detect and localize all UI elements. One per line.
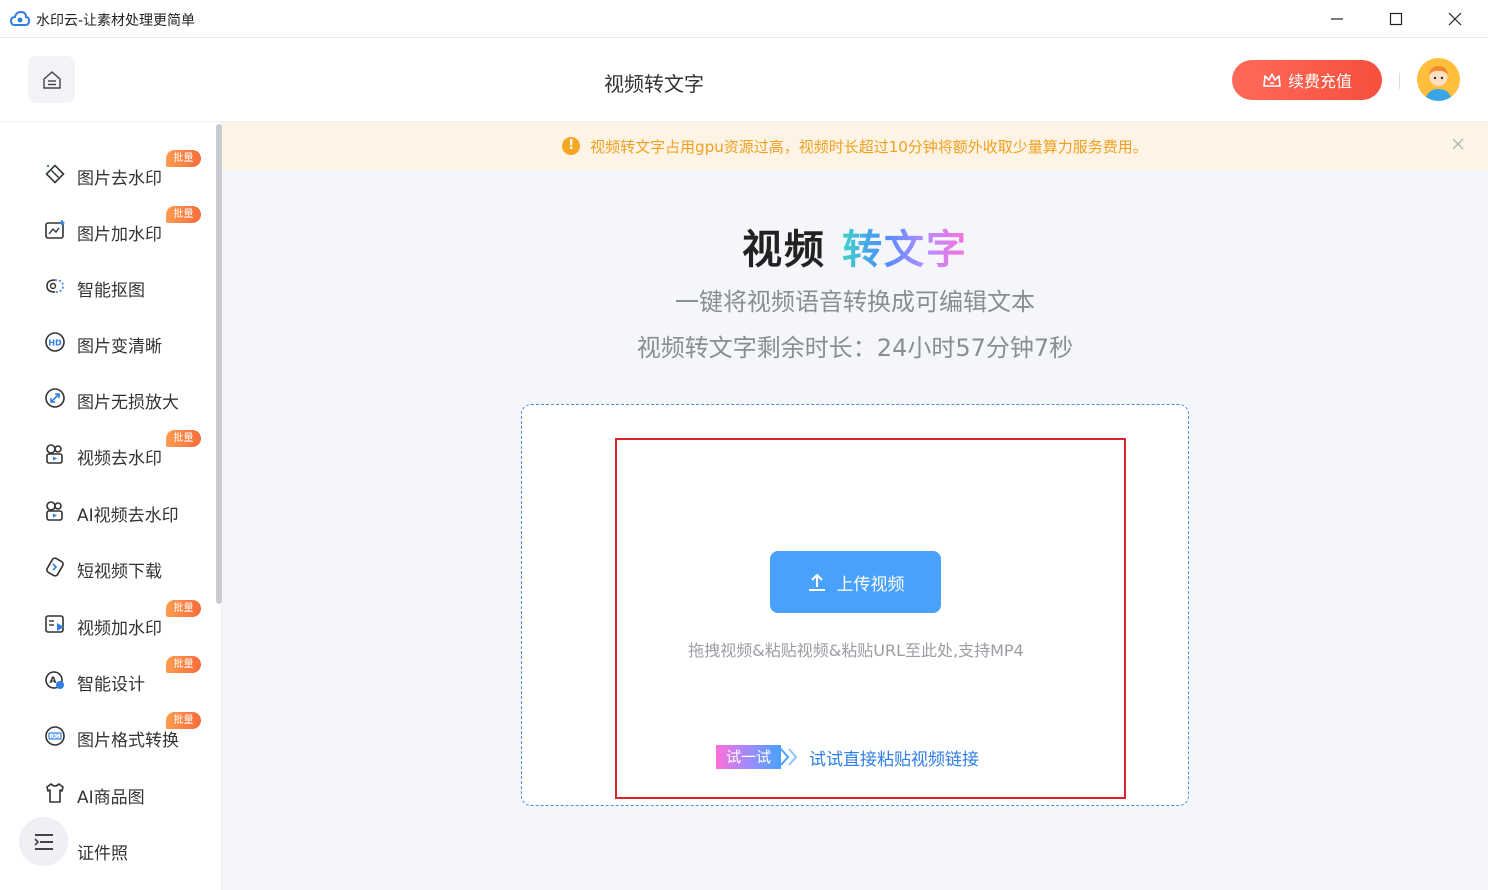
batch-badge: 批量 [166, 206, 201, 223]
image-eraser-icon [45, 164, 65, 184]
sidebar-item-video-remove-watermark[interactable]: 视频去水印 批量 [0, 430, 214, 476]
sidebar-item-ai-video-remove-watermark[interactable]: AI视频去水印 [0, 489, 214, 533]
smart-cutout-icon [46, 279, 64, 293]
sidebar: 图片去水印 批量 图片加水印 批量 智能抠图 HD 图片变清晰 图片无损放大 视… [0, 122, 222, 890]
avatar[interactable] [1417, 58, 1460, 101]
notice-close-icon[interactable] [1450, 136, 1466, 152]
remaining-time: 视频转文字剩余时长：24小时57分钟7秒 [636, 334, 1074, 362]
shirt-icon [46, 783, 64, 803]
minimize-icon [1331, 18, 1343, 20]
smart-design-icon: A [45, 671, 64, 689]
enlarge-icon [45, 388, 65, 408]
sidebar-item-label: 智能设计 [77, 675, 145, 695]
minimize-button[interactable] [1308, 0, 1366, 38]
sidebar-item-image-remove-watermark[interactable]: 图片去水印 批量 [0, 150, 214, 196]
sidebar-item-ai-product-image[interactable]: AI商品图 [0, 771, 214, 815]
menu-collapse-button[interactable] [19, 817, 68, 866]
svg-text:HD: HD [48, 339, 62, 348]
batch-badge: 批量 [166, 150, 201, 167]
title-bar: 水印云-让素材处理更简单 [0, 0, 1488, 38]
main-content: ! 视频转文字占用gpu资源过高，视频时长超过10分钟将额外收取少量算力服务费用… [222, 122, 1488, 890]
sidebar-item-short-video-download[interactable]: 短视频下载 [0, 545, 214, 589]
sidebar-item-smart-cutout[interactable]: 智能抠图 [0, 264, 214, 308]
upload-video-button[interactable]: 上传视频 [770, 551, 941, 613]
hero-title-gradient: 转文字 [841, 227, 968, 273]
notice-text: 视频转文字占用gpu资源过高，视频时长超过10分钟将额外收取少量算力服务费用。 [590, 137, 1148, 156]
video-add-watermark-icon [45, 615, 64, 633]
close-button[interactable] [1426, 0, 1484, 38]
sidebar-item-video-add-watermark[interactable]: 视频加水印 批量 [0, 600, 214, 646]
hero-subtitle: 一键将视频语音转换成可编辑文本 [675, 288, 1035, 316]
image-add-watermark-icon [45, 220, 65, 239]
sidebar-item-label: 视频加水印 [77, 619, 162, 639]
sidebar-item-label: 视频去水印 [77, 449, 162, 469]
sidebar-item-label: 图片变清晰 [77, 337, 162, 357]
video-eraser-icon [46, 444, 63, 464]
hero-title: 视频 转文字 [222, 217, 1488, 275]
hero-title-dark: 视频 [742, 227, 827, 273]
sidebar-item-label: 短视频下载 [77, 562, 162, 582]
format-convert-icon: JPG [45, 726, 65, 746]
header-divider [1399, 73, 1400, 89]
cloud-logo-icon [10, 10, 30, 26]
svg-text:JPG: JPG [50, 734, 59, 740]
close-icon [1448, 12, 1462, 26]
maximize-icon [1389, 12, 1403, 26]
sidebar-item-image-sharpen[interactable]: HD 图片变清晰 [0, 320, 214, 364]
sidebar-item-smart-design[interactable]: A 智能设计 批量 [0, 656, 214, 702]
sidebar-item-image-format-convert[interactable]: JPG 图片格式转换 批量 [0, 712, 214, 758]
paste-link-button[interactable]: 试试直接粘贴视频链接 [809, 745, 979, 770]
sidebar-item-label: AI视频去水印 [77, 506, 179, 526]
double-chevron-icon [780, 748, 798, 766]
batch-badge: 批量 [166, 430, 201, 447]
sidebar-item-image-add-watermark[interactable]: 图片加水印 批量 [0, 206, 214, 252]
sidebar-item-label: 图片加水印 [77, 225, 162, 245]
hd-icon: HD [45, 332, 65, 352]
try-paste-link-row[interactable]: 试一试 试试直接粘贴视频链接 [716, 745, 979, 770]
menu-icon [33, 833, 53, 850]
sidebar-item-label: 证件照 [77, 844, 128, 864]
upload-video-label: 上传视频 [836, 574, 905, 595]
sidebar-item-label: 智能抠图 [77, 281, 145, 301]
app-header: 视频转文字 续费充值 [0, 38, 1488, 122]
user-avatar-icon [1417, 58, 1460, 101]
window-title: 水印云-让素材处理更简单 [36, 13, 196, 29]
upload-icon [808, 573, 825, 591]
svg-text:A: A [50, 676, 57, 686]
try-tag: 试一试 [716, 745, 782, 769]
warning-icon: ! [562, 137, 581, 155]
notice-bar: ! 视频转文字占用gpu资源过高，视频时长超过10分钟将额外收取少量算力服务费用… [222, 122, 1488, 170]
sidebar-item-label: AI商品图 [77, 788, 145, 808]
download-icon [46, 557, 64, 577]
drop-hint: 拖拽视频&粘贴视频&粘贴URL至此处,支持MP4 [688, 641, 1024, 660]
batch-badge: 批量 [166, 600, 201, 617]
renew-button-label: 续费充值 [1287, 72, 1352, 91]
sidebar-item-label: 图片格式转换 [77, 731, 179, 751]
batch-badge: 批量 [166, 712, 201, 729]
renew-button[interactable]: 续费充值 [1232, 60, 1382, 100]
sidebar-item-label: 图片无损放大 [77, 393, 179, 413]
ai-video-eraser-icon [46, 501, 63, 521]
upload-dropzone[interactable]: 上传视频 拖拽视频&粘贴视频&粘贴URL至此处,支持MP4 试一试 试试直接粘贴… [521, 404, 1189, 806]
maximize-button[interactable] [1367, 0, 1425, 38]
crown-icon [1263, 73, 1281, 87]
page-title: 视频转文字 [604, 72, 704, 96]
sidebar-item-lossless-enlarge[interactable]: 图片无损放大 [0, 376, 214, 420]
batch-badge: 批量 [166, 656, 201, 673]
sidebar-item-label: 图片去水印 [77, 169, 162, 189]
